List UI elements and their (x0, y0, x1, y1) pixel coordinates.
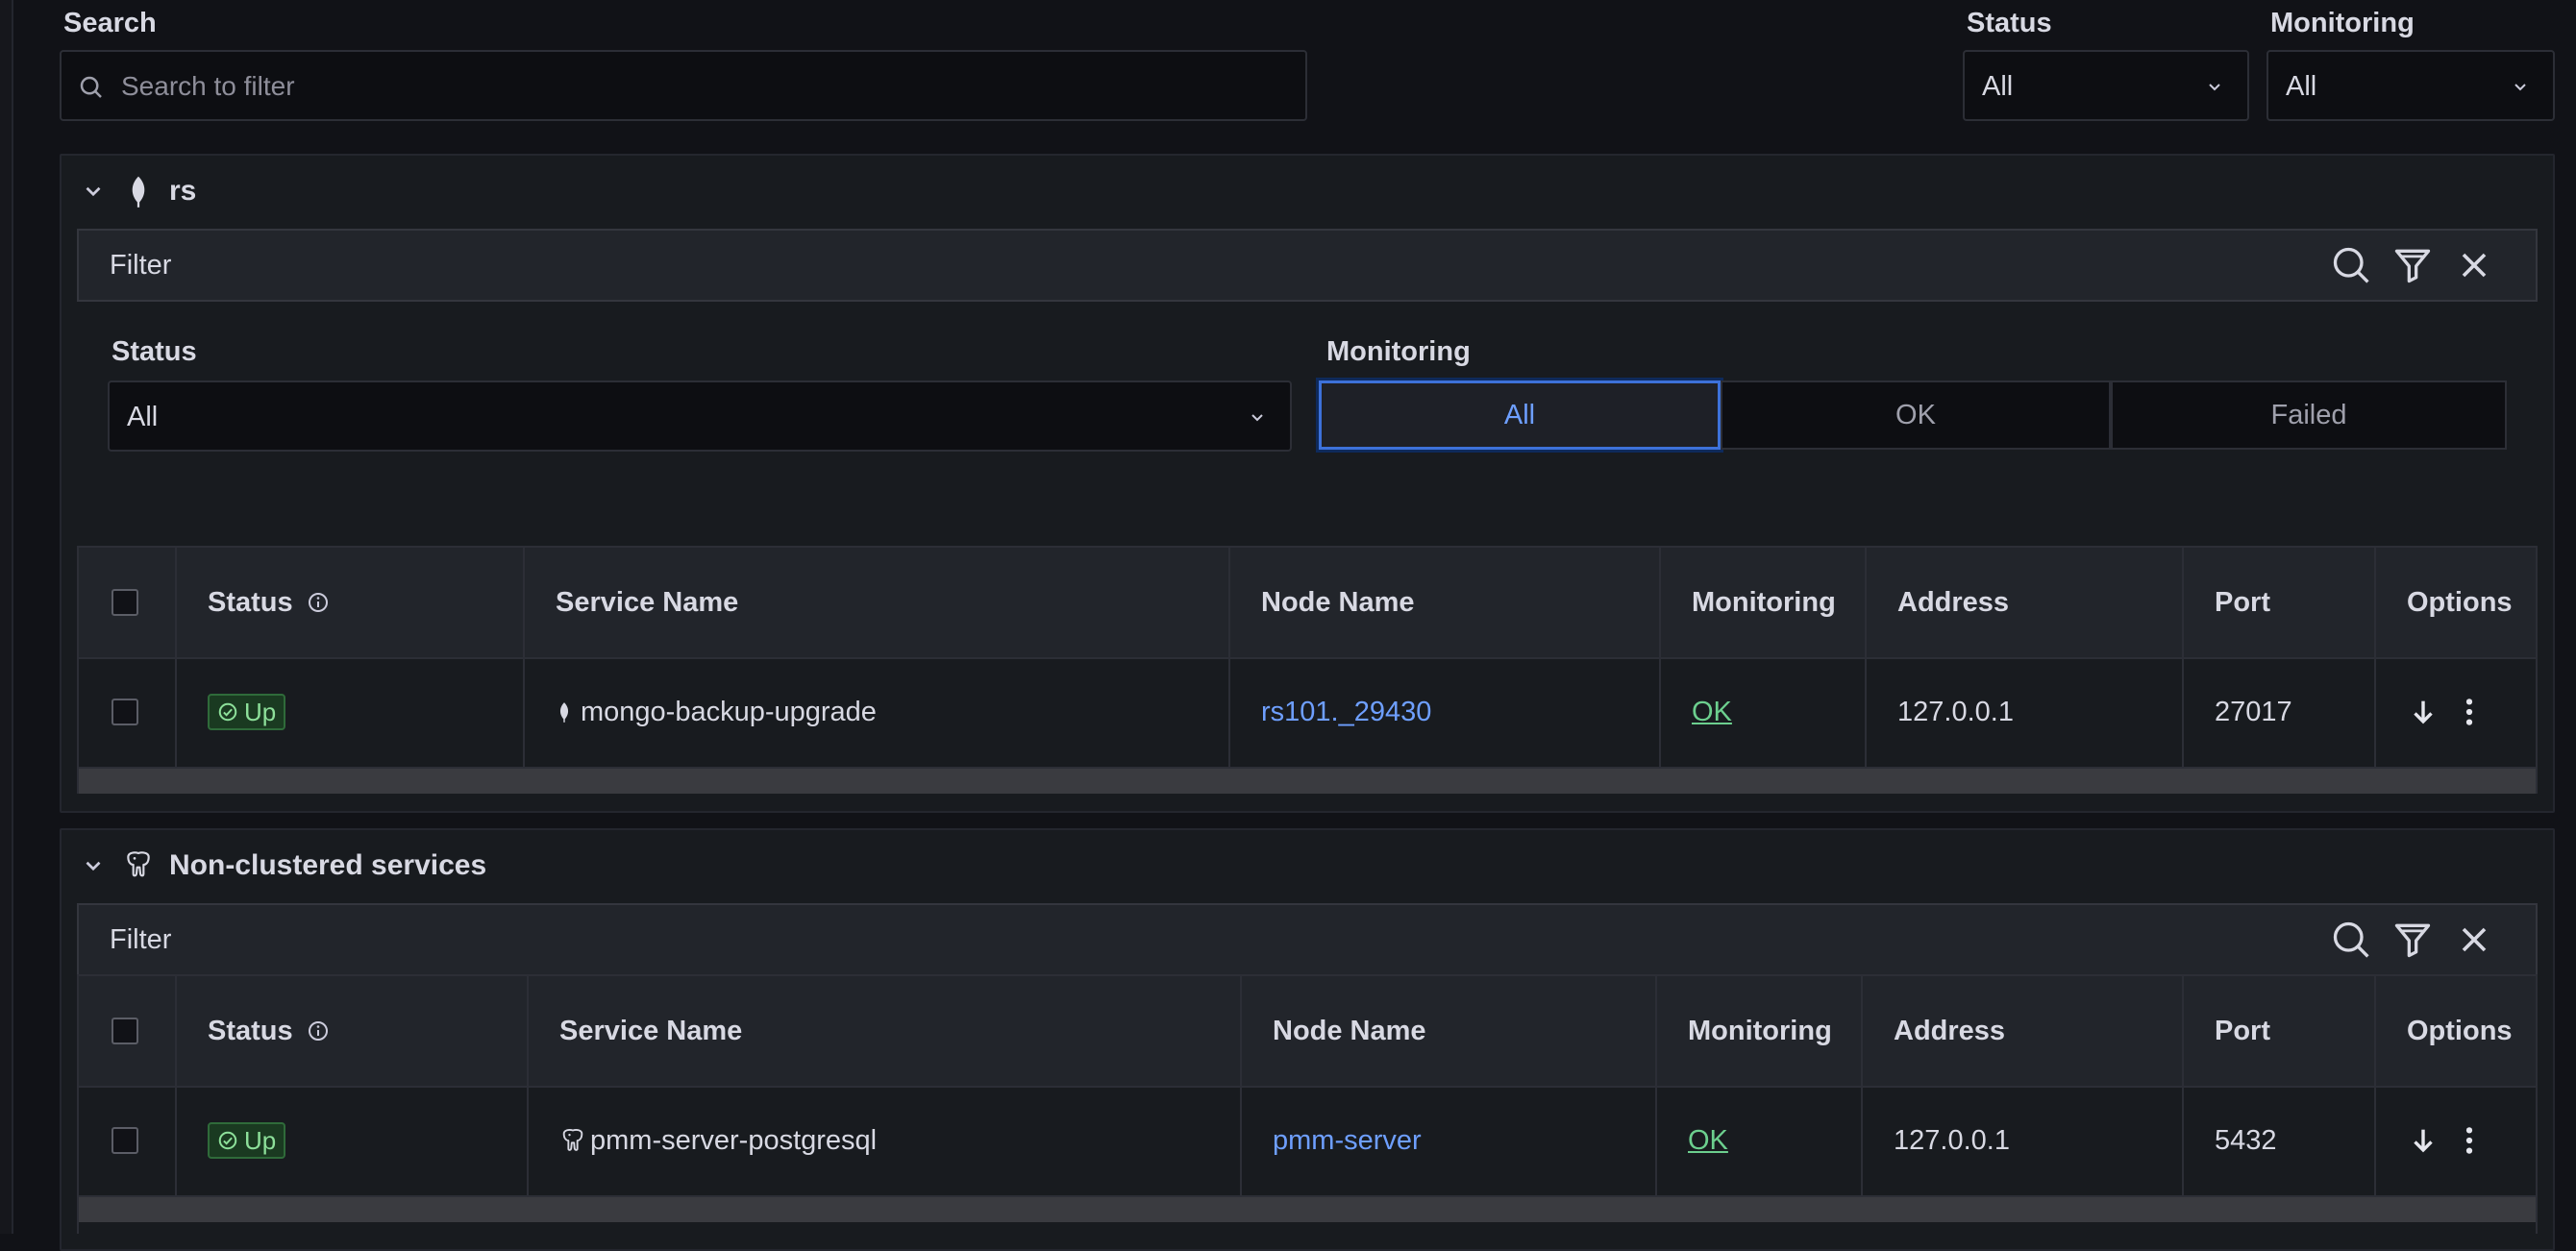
chevron-down-icon (2209, 84, 2220, 91)
column-header-monitoring[interactable]: Monitoring (1661, 548, 1867, 657)
more-options-icon[interactable] (2453, 1121, 2486, 1160)
column-header-port[interactable]: Port (2184, 548, 2376, 657)
collapse-chevron-icon[interactable] (81, 179, 106, 204)
check-circle-icon (218, 702, 237, 722)
column-header-service-name[interactable]: Service Name (529, 976, 1242, 1086)
table-row[interactable]: Up mongo-backup-upgrade rs101._29430 OK … (79, 657, 2536, 767)
monitoring-option-failed[interactable]: Failed (2111, 380, 2507, 450)
collapse-chevron-icon[interactable] (81, 853, 106, 878)
column-header-port[interactable]: Port (2184, 976, 2376, 1086)
top-monitoring-select[interactable]: All (2266, 50, 2555, 121)
table-row[interactable]: Up pmm-server-postgresql pmm-server OK 1… (79, 1086, 2536, 1195)
port-value: 27017 (2215, 696, 2292, 727)
address-value: 127.0.0.1 (1894, 1124, 2010, 1156)
search-label: Search (63, 8, 157, 38)
row-checkbox[interactable] (111, 699, 138, 725)
row-checkbox[interactable] (111, 1127, 138, 1154)
column-header-monitoring[interactable]: Monitoring (1657, 976, 1863, 1086)
filter-bar: Filter (77, 903, 2538, 976)
chevron-down-icon (2514, 84, 2526, 91)
column-header-options: Options (2407, 1015, 2513, 1046)
mongodb-leaf-icon (559, 702, 569, 723)
node-name-link[interactable]: rs101._29430 (1261, 697, 1431, 728)
left-edge (0, 0, 13, 1234)
monitoring-status-link[interactable]: OK (1688, 1125, 1728, 1157)
column-header-node-name[interactable]: Node Name (1242, 976, 1657, 1086)
postgresql-elephant-icon (127, 851, 150, 877)
table-header-row: Status Service Name Node Name Monitoring… (79, 976, 2536, 1088)
node-name-link[interactable]: pmm-server (1273, 1125, 1422, 1157)
arrow-down-icon[interactable] (2407, 1121, 2440, 1160)
filter-icon[interactable] (2391, 919, 2434, 961)
info-icon[interactable] (307, 591, 330, 614)
filter-bar: Filter (77, 229, 2538, 302)
service-name: mongo-backup-upgrade (581, 696, 877, 727)
postgresql-elephant-icon (562, 1129, 583, 1151)
arrow-down-icon[interactable] (2407, 693, 2440, 731)
monitoring-status-link[interactable]: OK (1692, 697, 1732, 728)
horizontal-scrollbar[interactable] (79, 1195, 2536, 1222)
address-value: 127.0.0.1 (1897, 696, 2014, 727)
select-all-checkbox[interactable] (111, 1018, 138, 1044)
filter-label: Filter (110, 250, 172, 281)
services-table: Status Service Name Node Name Monitoring… (77, 546, 2538, 794)
top-status-value: All (1982, 71, 2014, 102)
column-header-status[interactable]: Status (177, 976, 529, 1086)
info-icon[interactable] (307, 1019, 330, 1042)
check-circle-icon (218, 1131, 237, 1150)
close-icon[interactable] (2453, 919, 2495, 961)
mongodb-leaf-icon (132, 176, 145, 208)
status-badge: Up (208, 694, 286, 730)
top-monitoring-value: All (2286, 71, 2317, 102)
filter-label: Filter (110, 924, 172, 955)
status-filter-select[interactable]: All (108, 380, 1292, 452)
search-placeholder: Search to filter (121, 71, 295, 101)
service-name: pmm-server-postgresql (590, 1124, 878, 1156)
filter-icon[interactable] (2391, 244, 2434, 286)
top-status-label: Status (1967, 8, 2052, 38)
top-monitoring-label: Monitoring (2270, 8, 2415, 38)
table-header-row: Status Service Name Node Name Monitoring… (79, 548, 2536, 659)
column-header-status[interactable]: Status (177, 548, 525, 657)
horizontal-scrollbar[interactable] (79, 767, 2536, 794)
column-header-node-name[interactable]: Node Name (1230, 548, 1661, 657)
column-header-address[interactable]: Address (1863, 976, 2184, 1086)
chevron-down-icon (1251, 414, 1263, 422)
group-title: rs (169, 175, 197, 207)
more-options-icon[interactable] (2453, 693, 2486, 731)
column-header-options: Options (2407, 586, 2513, 618)
column-header-address[interactable]: Address (1867, 548, 2184, 657)
status-filter-label: Status (111, 336, 197, 367)
monitoring-filter-label: Monitoring (1326, 336, 1471, 367)
services-table: Status Service Name Node Name Monitoring… (77, 974, 2538, 1234)
port-value: 5432 (2215, 1124, 2277, 1156)
status-filter-value: All (127, 402, 159, 432)
search-input[interactable]: Search to filter (60, 50, 1307, 121)
monitoring-option-all[interactable]: All (1319, 380, 1721, 450)
search-icon (80, 76, 102, 98)
search-icon[interactable] (2330, 919, 2372, 961)
column-header-service-name[interactable]: Service Name (525, 548, 1230, 657)
search-icon[interactable] (2330, 244, 2372, 286)
select-all-checkbox[interactable] (111, 589, 138, 616)
group-title: Non-clustered services (169, 849, 487, 881)
monitoring-option-ok[interactable]: OK (1721, 380, 2111, 450)
status-badge: Up (208, 1122, 286, 1159)
close-icon[interactable] (2453, 244, 2495, 286)
top-status-select[interactable]: All (1963, 50, 2249, 121)
